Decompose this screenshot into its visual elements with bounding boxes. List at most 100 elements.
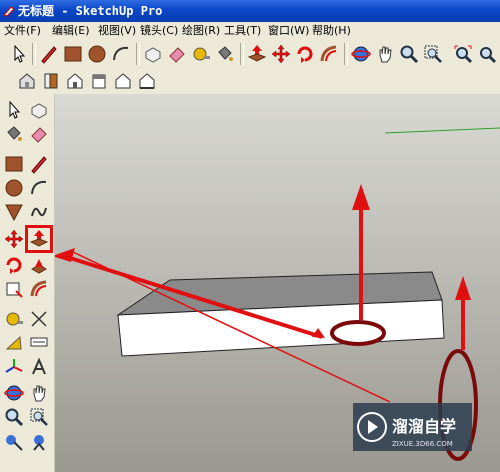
zoom-tool-button[interactable] xyxy=(2,405,26,429)
arc-icon xyxy=(113,46,129,61)
tape-measure-button[interactable] xyxy=(2,307,26,331)
front-view-button[interactable] xyxy=(64,70,86,92)
toolbar-views xyxy=(0,68,500,95)
move-tool-button[interactable] xyxy=(270,43,292,65)
menu-bar: 文件(F) 编辑(E) 视图(V) 镜头(C) 绘图(R) 工具(T) 窗口(W… xyxy=(0,22,500,40)
menu-tools[interactable]: 工具(T) xyxy=(224,22,261,40)
previous-view-button[interactable] xyxy=(476,43,498,65)
push-pull-button[interactable] xyxy=(246,43,268,65)
previous-view-icon xyxy=(480,47,497,64)
scale-icon xyxy=(6,282,23,298)
rectangle-tool-button[interactable] xyxy=(2,152,26,176)
follow-me-button[interactable] xyxy=(27,253,51,277)
orbit-tool-button[interactable] xyxy=(2,381,26,405)
line-tool-button[interactable] xyxy=(27,152,51,176)
pan-tool-button[interactable] xyxy=(27,381,51,405)
eraser-tool-button[interactable] xyxy=(166,43,188,65)
push-pull-icon xyxy=(247,45,267,62)
make-component-button[interactable] xyxy=(142,43,164,65)
dimension-tool-button[interactable] xyxy=(27,307,51,331)
left-toolbar xyxy=(0,94,55,472)
title-bar: 无标题 - SketchUp Pro xyxy=(0,0,500,22)
tape-measure-icon xyxy=(6,312,23,326)
tape-measure-button[interactable] xyxy=(190,43,212,65)
toolbar-main xyxy=(0,40,500,69)
arrow-cursor-icon xyxy=(14,44,26,63)
pan-tool-button[interactable] xyxy=(374,43,396,65)
paint-bucket-button[interactable] xyxy=(214,43,236,65)
menu-draw[interactable]: 绘图(R) xyxy=(182,22,220,40)
3d-text-button[interactable] xyxy=(27,355,51,379)
toolbar-separator xyxy=(344,43,348,65)
line-tool-button[interactable] xyxy=(38,43,60,65)
left-view-button[interactable] xyxy=(136,70,158,92)
hand-icon xyxy=(33,385,46,402)
axes-icon xyxy=(5,359,23,373)
scale-tool-button[interactable] xyxy=(2,277,26,301)
orbit-tool-button[interactable] xyxy=(350,43,372,65)
menu-camera[interactable]: 镜头(C) xyxy=(140,22,178,40)
protractor-tool-button[interactable] xyxy=(2,331,26,355)
modeling-canvas[interactable]: 溜溜自学 ZIXUE.3D66.COM xyxy=(55,94,500,472)
left-view-icon xyxy=(139,73,155,89)
zoom-tool-button[interactable] xyxy=(398,43,420,65)
text-tool-button[interactable] xyxy=(27,331,51,355)
toolbar-separator xyxy=(240,43,244,65)
axes-tool-button[interactable] xyxy=(2,355,26,379)
zoom-extents-icon xyxy=(454,45,473,64)
move-tool-button[interactable] xyxy=(2,227,26,251)
zoom-window-button[interactable] xyxy=(27,405,51,429)
offset-tool-button[interactable] xyxy=(27,277,51,301)
eraser-tool-button[interactable] xyxy=(27,122,51,146)
menu-view[interactable]: 视图(V) xyxy=(98,22,136,40)
rotate-tool-button[interactable] xyxy=(294,43,316,65)
hand-icon xyxy=(379,46,392,63)
arc-tool-button[interactable] xyxy=(110,43,132,65)
watermark-url-text: ZIXUE.3D66.COM xyxy=(392,440,453,448)
zoom-window-icon xyxy=(30,408,48,426)
back-view-button[interactable] xyxy=(112,70,134,92)
make-component-button[interactable] xyxy=(27,98,51,122)
select-tool-button[interactable] xyxy=(2,98,26,122)
tape-measure-icon xyxy=(193,47,210,61)
arc-icon xyxy=(31,180,47,195)
zoom-extents-button[interactable] xyxy=(452,43,474,65)
circle-icon xyxy=(88,45,106,63)
right-view-button[interactable] xyxy=(88,70,110,92)
3d-text-icon xyxy=(32,357,46,375)
sketchup-app-icon xyxy=(3,6,15,17)
menu-help[interactable]: 帮助(H) xyxy=(312,22,351,40)
arc-tool-button[interactable] xyxy=(27,176,51,200)
paint-bucket-icon xyxy=(218,46,233,61)
protractor-icon xyxy=(5,335,22,350)
component-icon xyxy=(145,47,161,63)
select-tool-button[interactable] xyxy=(8,43,30,65)
watermark-brand-text: 溜溜自学 xyxy=(392,417,456,436)
eraser-icon xyxy=(31,127,47,143)
top-view-icon xyxy=(44,73,58,89)
polygon-tool-button[interactable] xyxy=(2,200,26,224)
push-pull-button-highlighted[interactable] xyxy=(25,225,53,253)
rotate-tool-button[interactable] xyxy=(2,253,26,277)
iso-house-icon xyxy=(19,73,35,89)
offset-icon xyxy=(320,45,337,62)
freehand-tool-button[interactable] xyxy=(27,200,51,224)
zoom-window-button[interactable] xyxy=(422,43,444,65)
circle-tool-button[interactable] xyxy=(2,176,26,200)
menu-edit[interactable]: 编辑(E) xyxy=(52,22,90,40)
walk-icon xyxy=(33,435,45,451)
window-title: 无标题 - SketchUp Pro xyxy=(18,4,163,18)
position-camera-button[interactable] xyxy=(2,430,26,454)
menu-file[interactable]: 文件(F) xyxy=(4,22,41,40)
paint-bucket-button[interactable] xyxy=(2,122,26,146)
offset-icon xyxy=(30,280,47,297)
circle-tool-button[interactable] xyxy=(86,43,108,65)
top-view-button[interactable] xyxy=(40,70,62,92)
menu-window[interactable]: 窗口(W) xyxy=(268,22,309,40)
orbit-icon xyxy=(4,385,24,401)
walk-tool-button[interactable] xyxy=(27,430,51,454)
pencil-icon xyxy=(41,46,57,64)
rectangle-tool-button[interactable] xyxy=(62,43,84,65)
iso-view-button[interactable] xyxy=(16,70,38,92)
offset-tool-button[interactable] xyxy=(318,43,340,65)
